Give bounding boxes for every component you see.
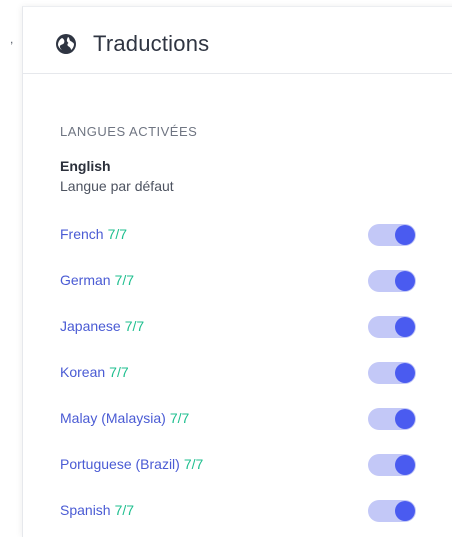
language-name: Portuguese (Brazil) — [60, 456, 180, 472]
toggle-knob — [395, 363, 415, 383]
section-label: LANGUES ACTIVÉES — [60, 124, 198, 139]
language-name: Japanese — [60, 318, 121, 334]
stray-comma: , — [10, 32, 14, 46]
default-language: English Langue par défaut — [60, 157, 174, 195]
language-progress: 7/7 — [107, 226, 128, 242]
language-name: Spanish — [60, 502, 111, 518]
language-link[interactable]: Japanese 7/7 — [60, 317, 144, 335]
language-toggle[interactable] — [368, 408, 416, 430]
language-row: Japanese 7/7 — [60, 305, 420, 351]
language-name: Korean — [60, 364, 106, 380]
language-toggle[interactable] — [368, 454, 416, 476]
translations-panel: Traductions LANGUES ACTIVÉES English Lan… — [22, 6, 452, 537]
language-progress: 7/7 — [114, 272, 135, 288]
language-row: German 7/7 — [60, 259, 420, 305]
language-list: French 7/7 German 7/7 Japanese 7/7 Korean 7/… — [60, 213, 420, 535]
language-name: Malay (Malaysia) — [60, 410, 166, 426]
default-language-name: English — [60, 158, 111, 174]
language-progress: 7/7 — [114, 502, 135, 518]
language-row: French 7/7 — [60, 213, 420, 259]
toggle-knob — [395, 225, 415, 245]
language-toggle[interactable] — [368, 224, 416, 246]
language-row: Korean 7/7 — [60, 351, 420, 397]
panel-title: Traductions — [93, 31, 210, 56]
language-toggle[interactable] — [368, 362, 416, 384]
language-link[interactable]: Portuguese (Brazil) 7/7 — [60, 455, 203, 473]
language-link[interactable]: Malay (Malaysia) 7/7 — [60, 409, 189, 427]
language-link[interactable]: Spanish 7/7 — [60, 501, 134, 519]
default-language-subtitle: Langue par défaut — [60, 178, 174, 194]
panel-header: Traductions — [23, 7, 452, 74]
toggle-knob — [395, 317, 415, 337]
toggle-knob — [395, 501, 415, 521]
globe-icon — [56, 34, 76, 54]
language-row: Portuguese (Brazil) 7/7 — [60, 443, 420, 489]
language-link[interactable]: Korean 7/7 — [60, 363, 129, 381]
language-progress: 7/7 — [183, 456, 204, 472]
toggle-knob — [395, 455, 415, 475]
language-toggle[interactable] — [368, 270, 416, 292]
language-progress: 7/7 — [124, 318, 145, 334]
toggle-knob — [395, 271, 415, 291]
language-row: Malay (Malaysia) 7/7 — [60, 397, 420, 443]
language-name: German — [60, 272, 111, 288]
language-row: Spanish 7/7 — [60, 489, 420, 535]
language-progress: 7/7 — [109, 364, 129, 380]
toggle-knob — [395, 409, 415, 429]
language-link[interactable]: German 7/7 — [60, 271, 134, 289]
language-toggle[interactable] — [368, 316, 416, 338]
language-name: French — [60, 226, 104, 242]
language-progress: 7/7 — [169, 410, 190, 426]
language-toggle[interactable] — [368, 500, 416, 522]
language-link[interactable]: French 7/7 — [60, 225, 127, 243]
